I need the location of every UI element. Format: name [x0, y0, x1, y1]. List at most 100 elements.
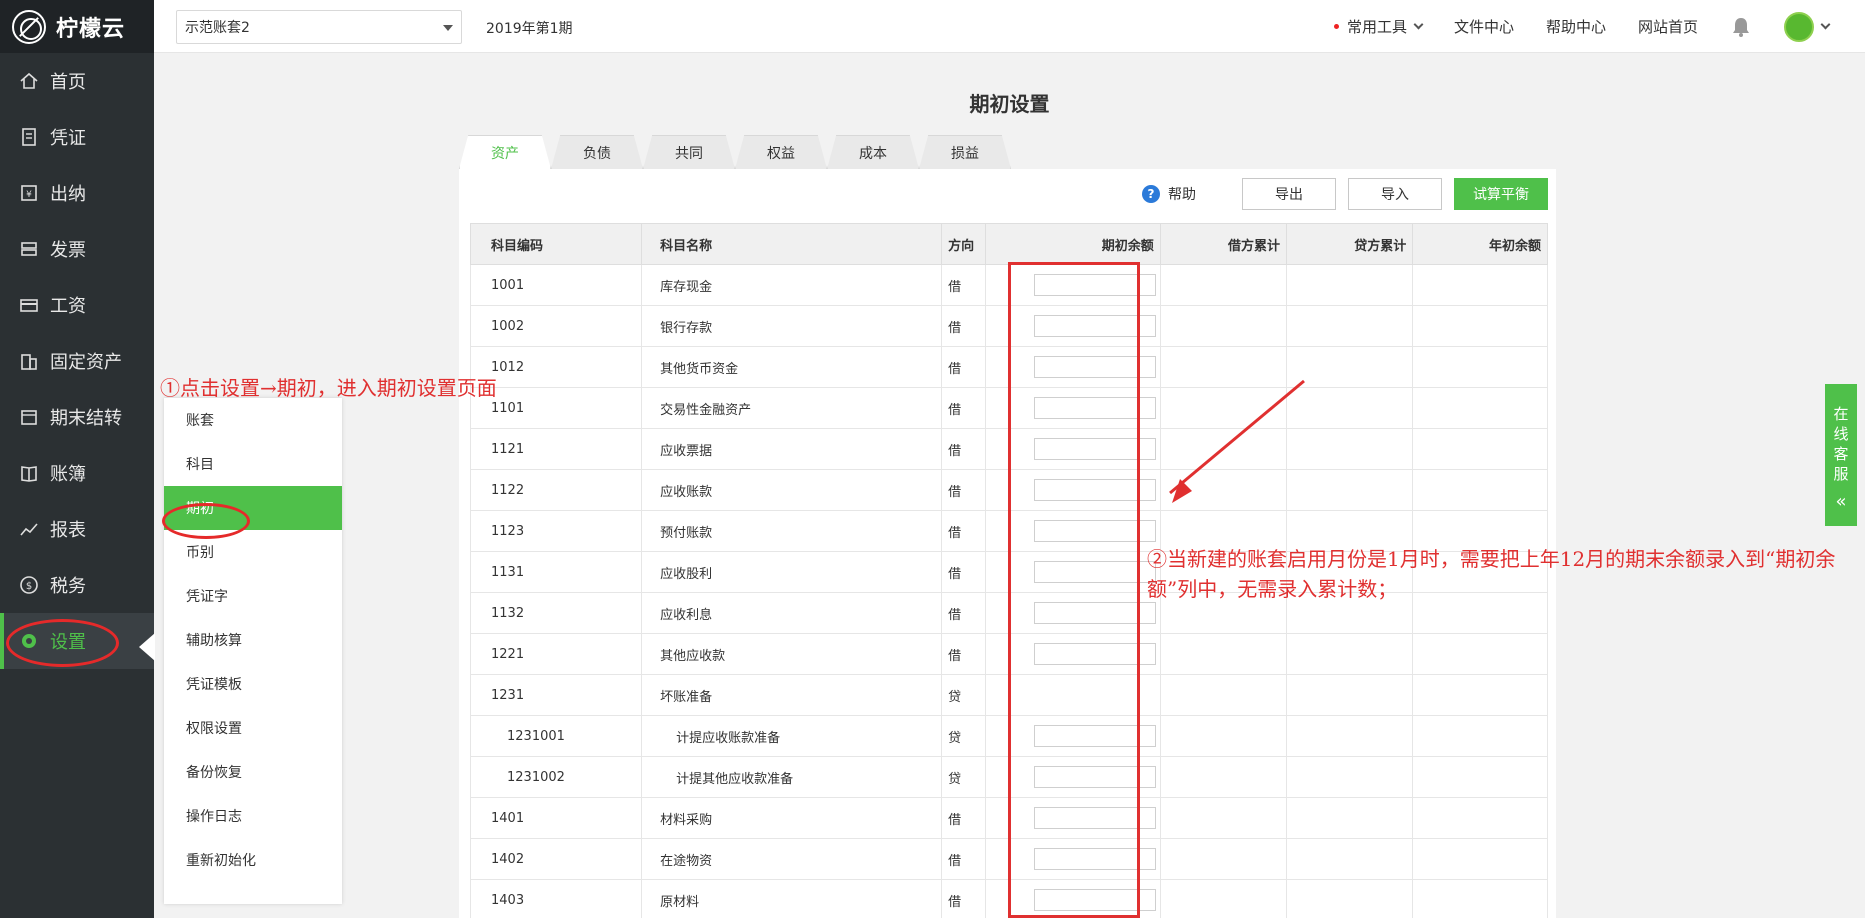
submenu-item-9[interactable]: 操作日志: [164, 794, 342, 838]
credit-total-cell: [1286, 838, 1414, 880]
chevron-down-icon: [1413, 19, 1424, 30]
sidebar-item-0[interactable]: 首页: [0, 53, 154, 109]
column-header: 科目名称: [641, 223, 943, 265]
column-header: 年初余额: [1412, 223, 1548, 265]
avatar: [1784, 11, 1814, 42]
sidebar-item-label: 税务: [50, 576, 86, 597]
account-name: 在途物资: [641, 838, 943, 880]
export-button[interactable]: 导出: [1242, 178, 1336, 210]
annotation-ellipse-opening: [162, 503, 250, 539]
tab-1[interactable]: 负债: [551, 135, 643, 169]
submenu-pointer: [139, 633, 155, 661]
credit-total-cell: [1286, 756, 1414, 798]
submenu-item-7[interactable]: 权限设置: [164, 706, 342, 750]
logo[interactable]: 柠檬云: [0, 0, 154, 53]
account-name: 库存现金: [641, 264, 943, 306]
sidebar-item-2[interactable]: ¥ 出纳: [0, 165, 154, 221]
annotation-step2: ②当新建的账套启用月份是1月时，需要把上年12月的期末余额录入到“期初余额”列中…: [1147, 547, 1836, 601]
tab-2[interactable]: 共同: [643, 135, 735, 169]
tab-3[interactable]: 权益: [735, 135, 827, 169]
sidebar-item-label: 账簿: [50, 464, 86, 485]
sidebar-item-1[interactable]: 凭证: [0, 109, 154, 165]
sidebar-item-4[interactable]: 工资: [0, 277, 154, 333]
import-button[interactable]: 导入: [1348, 178, 1442, 210]
account-code: 1401: [469, 797, 643, 839]
debit-total-cell: [1159, 879, 1288, 918]
year-opening-cell: [1412, 305, 1548, 347]
account-code: 1132: [469, 592, 643, 634]
chart-icon: [18, 518, 40, 540]
sidebar-item-9[interactable]: $ 税务: [0, 557, 154, 613]
direction: 贷: [941, 756, 986, 798]
direction: 借: [941, 879, 986, 918]
lemon-logo-icon: [12, 9, 46, 44]
svg-text:¥: ¥: [26, 190, 32, 200]
submenu-item-0[interactable]: 账套: [164, 398, 342, 442]
tab-0[interactable]: 资产: [459, 135, 551, 169]
credit-total-cell: [1286, 264, 1414, 306]
help-link[interactable]: ? 帮助: [1142, 184, 1196, 204]
help-label: 帮助: [1168, 187, 1196, 203]
period-label: 2019年第1期: [486, 21, 573, 37]
year-opening-cell: [1412, 264, 1548, 306]
ledger-icon: [18, 462, 40, 484]
tab-5[interactable]: 损益: [919, 135, 1011, 169]
sidebar-item-8[interactable]: 报表: [0, 501, 154, 557]
account-name: 预付账款: [641, 510, 943, 552]
trial-balance-button[interactable]: 试算平衡: [1454, 178, 1548, 210]
account-book-select[interactable]: 示范账套2: [176, 10, 462, 44]
sidebar-item-label: 发票: [50, 240, 86, 261]
direction: 贷: [941, 715, 986, 757]
website-home-link[interactable]: 网站首页: [1638, 16, 1698, 37]
account-code: 1122: [469, 469, 643, 511]
submenu-item-4[interactable]: 凭证字: [164, 574, 342, 618]
direction: 借: [941, 592, 986, 634]
sidebar-item-5[interactable]: 固定资产: [0, 333, 154, 389]
double-chevron-left-icon: «: [1835, 491, 1847, 512]
annotation-ellipse-settings: [6, 619, 119, 667]
file-center-link[interactable]: 文件中心: [1454, 16, 1514, 37]
building-icon: [18, 350, 40, 372]
year-opening-cell: [1412, 838, 1548, 880]
bell-icon[interactable]: [1730, 16, 1752, 38]
debit-total-cell: [1159, 674, 1288, 716]
sidebar-item-6[interactable]: 期末结转: [0, 389, 154, 445]
account-name: 计提其他应收款准备: [641, 756, 943, 798]
sidebar: 柠檬云 首页 凭证 ¥ 出纳 发票 工资 固定资产 期末结转 账簿 报表 $ 税务 设置: [0, 0, 155, 918]
direction: 借: [941, 797, 986, 839]
account-code: 1123: [469, 510, 643, 552]
direction: 借: [941, 428, 986, 470]
submenu-item-1[interactable]: 科目: [164, 442, 342, 486]
online-service-button[interactable]: 在线客服 «: [1825, 384, 1857, 526]
home-icon: [18, 70, 40, 92]
annotation-step1: ①点击设置→期初，进入期初设置页面: [160, 376, 497, 400]
sidebar-item-label: 期末结转: [50, 408, 122, 429]
calendar-icon: [18, 406, 40, 428]
caret-down-icon: [443, 25, 453, 31]
tab-4[interactable]: 成本: [827, 135, 919, 169]
debit-total-cell: [1159, 756, 1288, 798]
account-name: 应收利息: [641, 592, 943, 634]
user-menu[interactable]: [1784, 11, 1831, 42]
column-header: 借方累计: [1159, 223, 1288, 265]
account-name: 应收票据: [641, 428, 943, 470]
direction: 贷: [941, 674, 986, 716]
year-opening-cell: [1412, 797, 1548, 839]
submenu-item-6[interactable]: 凭证模板: [164, 662, 342, 706]
direction: 借: [941, 551, 986, 593]
cashier-icon: ¥: [18, 182, 40, 204]
direction: 借: [941, 633, 986, 675]
submenu-item-8[interactable]: 备份恢复: [164, 750, 342, 794]
table-header: 科目编码 科目名称 方向 期初余额 借方累计 贷方累计 年初余额: [469, 223, 1548, 265]
help-center-link[interactable]: 帮助中心: [1546, 16, 1606, 37]
tools-menu[interactable]: 常用工具: [1333, 16, 1424, 37]
column-header: 期初余额: [984, 223, 1161, 265]
credit-total-cell: [1286, 797, 1414, 839]
sidebar-item-7[interactable]: 账簿: [0, 445, 154, 501]
credit-total-cell: [1286, 305, 1414, 347]
submenu-item-10[interactable]: 重新初始化: [164, 838, 342, 882]
submenu-item-5[interactable]: 辅助核算: [164, 618, 342, 662]
year-opening-cell: [1412, 674, 1548, 716]
chevron-down-icon: [1820, 19, 1831, 30]
sidebar-item-3[interactable]: 发票: [0, 221, 154, 277]
